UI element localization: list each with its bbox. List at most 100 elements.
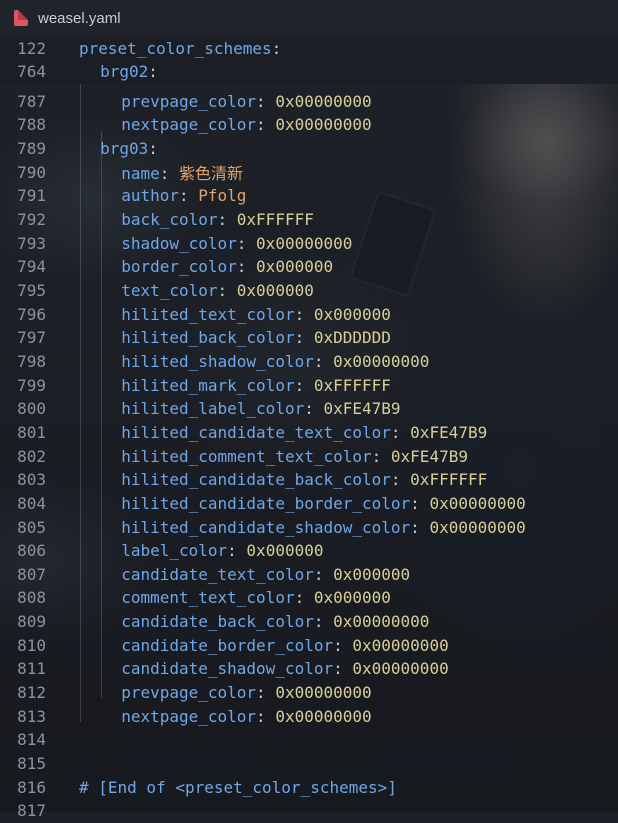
code-text: hilited_text_color: 0x000000 bbox=[121, 305, 391, 324]
yaml-separator: : bbox=[313, 564, 334, 584]
yaml-key: back_color bbox=[121, 210, 218, 230]
yaml-separator: : bbox=[256, 91, 276, 111]
sticky-scroll-line[interactable]: 122 preset_color_schemes: bbox=[0, 36, 618, 60]
yaml-key: hilited_label_color bbox=[121, 399, 305, 419]
code-line[interactable]: 807 candidate_text_color: 0x000000 bbox=[0, 562, 618, 586]
line-number: 806 bbox=[17, 541, 46, 561]
code-line[interactable]: 791 author: Pfolg bbox=[0, 184, 618, 208]
line-number: 815 bbox=[17, 754, 46, 773]
yaml-separator: : bbox=[390, 470, 411, 490]
yaml-value: 0xFFFFFF bbox=[236, 210, 314, 230]
yaml-comment: # [End of <preset_color_schemes>] bbox=[79, 777, 397, 797]
yaml-separator: : bbox=[371, 446, 391, 466]
code-text: brg03: bbox=[100, 139, 158, 158]
line-number: 802 bbox=[17, 446, 46, 466]
line-number: 792 bbox=[17, 210, 46, 230]
yaml-separator: : bbox=[227, 541, 247, 561]
yaml-key: text_color bbox=[121, 281, 218, 300]
line-number: 813 bbox=[17, 706, 46, 726]
code-line[interactable]: 792 back_color: 0xFFFFFF bbox=[0, 208, 618, 232]
line-number: 787 bbox=[17, 91, 46, 111]
yaml-separator: : bbox=[178, 186, 199, 206]
code-text: preset_color_schemes: bbox=[79, 39, 281, 58]
code-line[interactable]: 796 hilited_text_color: 0x000000 bbox=[0, 302, 618, 326]
code-line[interactable]: 814 bbox=[0, 728, 618, 752]
code-line[interactable]: 816 # [End of <preset_color_schemes>] bbox=[0, 775, 618, 799]
yaml-key: name bbox=[121, 164, 160, 184]
yaml-key: hilited_candidate_shadow_color bbox=[121, 517, 411, 537]
tab-title[interactable]: weasel.yaml bbox=[38, 10, 121, 27]
code-line[interactable]: 797 hilited_back_color: 0xDDDDDD bbox=[0, 326, 618, 350]
code-line[interactable]: 813 nextpage_color: 0x00000000 bbox=[0, 704, 618, 728]
code-line[interactable]: 806 label_color: 0x000000 bbox=[0, 539, 618, 563]
code-line[interactable]: 799 hilited_mark_color: 0xFFFFFF bbox=[0, 373, 618, 397]
code-line[interactable]: 788 nextpage_color: 0x00000000 bbox=[0, 113, 618, 137]
yaml-separator: : bbox=[217, 281, 237, 300]
line-number: 812 bbox=[17, 683, 46, 703]
code-line[interactable]: 795 text_color: 0x000000 bbox=[0, 279, 618, 303]
code-line[interactable]: 805 hilited_candidate_shadow_color: 0x000… bbox=[0, 515, 618, 539]
code-text: hilited_candidate_back_color: 0xFFFFFF bbox=[121, 470, 487, 489]
yaml-value: 0x00000000 bbox=[352, 659, 449, 679]
yaml-value: 0x000000 bbox=[256, 257, 334, 277]
code-text: nextpage_color: 0x00000000 bbox=[121, 707, 371, 726]
yaml-value: 0x00000000 bbox=[429, 517, 526, 537]
code-text: prevpage_color: 0x00000000 bbox=[121, 92, 371, 111]
code-text: name: 紫色清新 bbox=[121, 160, 243, 184]
yaml-separator: : bbox=[271, 38, 282, 58]
code-line[interactable]: 802 hilited_comment_text_color: 0xFE47B9 bbox=[0, 444, 618, 468]
code-line[interactable]: 793 shadow_color: 0x00000000 bbox=[0, 231, 618, 255]
code-line[interactable]: 804 hilited_candidate_border_color: 0x000… bbox=[0, 491, 618, 515]
code-line[interactable]: 794 border_color: 0x000000 bbox=[0, 255, 618, 279]
code-line[interactable]: 811 candidate_shadow_color: 0x00000000 bbox=[0, 657, 618, 681]
line-number: 790 bbox=[17, 162, 46, 182]
yaml-key: prevpage_color bbox=[121, 91, 257, 111]
code-text: hilited_shadow_color: 0x00000000 bbox=[121, 352, 429, 371]
code-line[interactable]: 790 name: 紫色清新 bbox=[0, 160, 618, 184]
code-text: candidate_shadow_color: 0x00000000 bbox=[121, 659, 449, 678]
code-line[interactable]: 801 hilited_candidate_text_color: 0xFE47B… bbox=[0, 420, 618, 444]
code-line[interactable]: 798 hilited_shadow_color: 0x00000000 bbox=[0, 349, 618, 373]
code-text: author: Pfolg bbox=[121, 186, 246, 205]
code-text: prevpage_color: 0x00000000 bbox=[121, 683, 371, 702]
code-text: candidate_text_color: 0x000000 bbox=[121, 565, 410, 584]
yaml-value: 0xFFFFFF bbox=[313, 375, 391, 395]
code-text: comment_text_color: 0x000000 bbox=[121, 588, 391, 607]
yaml-separator: : bbox=[217, 210, 237, 230]
code-text: border_color: 0x000000 bbox=[121, 257, 333, 276]
code-line[interactable]: 789 brg03: bbox=[0, 137, 618, 161]
yaml-key: nextpage_color bbox=[121, 115, 257, 135]
yaml-key: prevpage_color bbox=[121, 683, 257, 703]
code-text: # [End of <preset_color_schemes>] bbox=[79, 778, 397, 797]
line-number: 809 bbox=[17, 612, 46, 632]
code-text: candidate_back_color: 0x00000000 bbox=[121, 612, 429, 631]
code-line[interactable]: 800 hilited_label_color: 0xFE47B9 bbox=[0, 397, 618, 421]
line-number: 799 bbox=[17, 375, 46, 395]
yaml-file-icon bbox=[14, 10, 28, 26]
code-text: shadow_color: 0x00000000 bbox=[121, 234, 352, 253]
sticky-scroll-line[interactable]: 764 brg02: bbox=[0, 59, 618, 84]
code-line[interactable]: 787 prevpage_color: 0x00000000 bbox=[0, 89, 618, 113]
yaml-value: 0x00000000 bbox=[429, 493, 526, 513]
code-line[interactable]: 808 comment_text_color: 0x000000 bbox=[0, 586, 618, 610]
yaml-key: hilited_back_color bbox=[121, 328, 295, 348]
code-line[interactable]: 803 hilited_candidate_back_color: 0xFFFFF… bbox=[0, 468, 618, 492]
code-editor[interactable]: 787 prevpage_color: 0x00000000 788 nextpage… bbox=[0, 36, 618, 820]
yaml-separator: : bbox=[304, 399, 324, 419]
code-line[interactable]: 810 candidate_border_color: 0x00000000 bbox=[0, 633, 618, 657]
line-number: 791 bbox=[17, 186, 46, 206]
code-text: label_color: 0x000000 bbox=[121, 541, 323, 560]
line-number: 794 bbox=[17, 257, 46, 277]
line-number: 807 bbox=[17, 564, 46, 584]
yaml-value: 0x000000 bbox=[236, 281, 314, 300]
line-number: 793 bbox=[17, 233, 46, 253]
yaml-separator: : bbox=[256, 683, 276, 703]
code-line[interactable]: 815 bbox=[0, 752, 618, 776]
code-line[interactable]: 809 candidate_back_color: 0x00000000 bbox=[0, 610, 618, 634]
yaml-key: candidate_shadow_color bbox=[121, 659, 334, 679]
code-line[interactable]: 812 prevpage_color: 0x00000000 bbox=[0, 681, 618, 705]
code-line[interactable]: 817 bbox=[0, 799, 618, 823]
yaml-separator: : bbox=[148, 139, 158, 159]
yaml-key: hilited_candidate_back_color bbox=[121, 470, 391, 490]
line-number: 811 bbox=[17, 659, 46, 679]
